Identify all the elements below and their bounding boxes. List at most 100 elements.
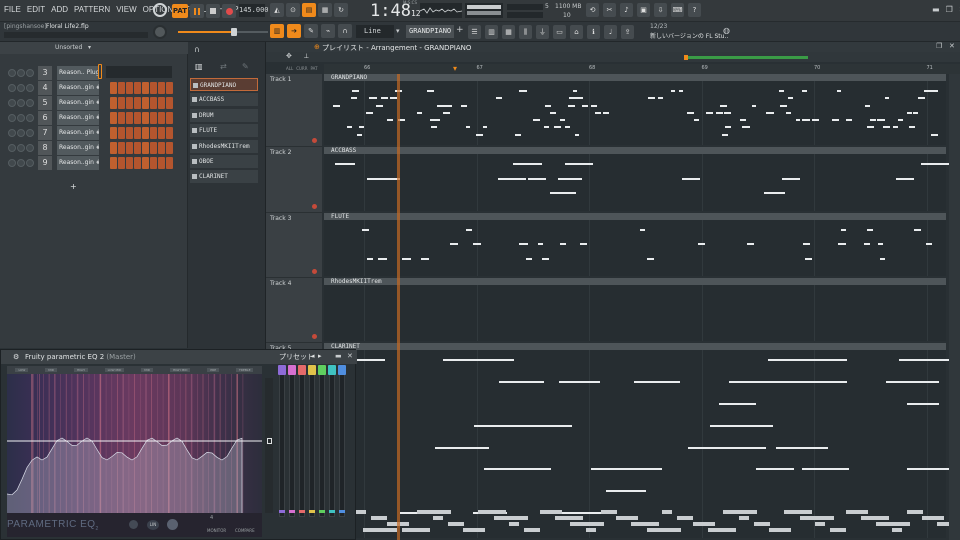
playlist-scroll-overview[interactable] <box>684 56 808 59</box>
mixer-view-button[interactable]: ⫼ <box>519 25 532 39</box>
pattern-clip-header[interactable]: GRANDPIANO <box>324 74 946 81</box>
step-button[interactable] <box>134 127 141 139</box>
eq-knob[interactable] <box>167 519 178 530</box>
add-channel-button[interactable]: + <box>70 182 77 191</box>
eq-band-label[interactable]: LOW MID <box>104 368 125 372</box>
pattern-item[interactable]: ACCBASS <box>190 93 258 107</box>
pattern-selector[interactable]: GRANDPIANO <box>406 25 454 38</box>
band-gain-fader[interactable] <box>289 369 295 517</box>
step-button[interactable] <box>158 97 165 109</box>
channel-mixer-track[interactable]: 3 <box>38 66 52 80</box>
tab-pattern[interactable]: PAT <box>310 66 317 71</box>
step-button[interactable] <box>126 97 133 109</box>
track-record-icon[interactable] <box>312 334 317 339</box>
eq-band-label[interactable]: HIGH MID <box>169 368 191 372</box>
track-label[interactable]: Track 1 <box>266 74 322 147</box>
magnet-button[interactable]: ∩ <box>338 24 352 38</box>
playlist-view-button[interactable]: ☰ <box>468 25 481 39</box>
step-button[interactable] <box>166 142 173 154</box>
browser-view-button[interactable]: ▭ <box>553 25 566 39</box>
band-gain-handle[interactable] <box>328 365 336 375</box>
snap-dropdown-arrow-icon[interactable]: ▾ <box>396 27 400 35</box>
playlist-vertical-scrollbar[interactable] <box>949 74 960 540</box>
step-button[interactable] <box>118 82 125 94</box>
master-volume-knob[interactable] <box>153 25 167 39</box>
pattern-clip-header[interactable]: CLARINET <box>324 343 946 350</box>
preset-prev-icon[interactable]: ◂ <box>311 352 315 360</box>
band-gain-fader[interactable] <box>299 369 305 517</box>
step-button[interactable] <box>110 82 117 94</box>
mute-led[interactable] <box>8 129 16 137</box>
select-led[interactable] <box>26 69 34 77</box>
countdown-button[interactable]: ▤ <box>302 3 316 17</box>
band-gain-fader[interactable] <box>319 369 325 517</box>
playlist-close-icon[interactable]: ✕ <box>949 42 955 50</box>
select-led[interactable] <box>26 114 34 122</box>
mic-button[interactable]: ♪ <box>620 3 633 17</box>
eq-close-icon[interactable]: ✕ <box>347 352 353 360</box>
solo-led[interactable] <box>17 129 25 137</box>
channel-name-button[interactable]: Reason..gin #5 <box>57 126 99 140</box>
select-led[interactable] <box>26 129 34 137</box>
render-button[interactable]: ⇩ <box>654 3 667 17</box>
solo-led[interactable] <box>17 114 25 122</box>
tab-all[interactable]: ALL <box>286 66 293 71</box>
step-button[interactable] <box>142 157 149 169</box>
channel-rack-view-button[interactable]: ▦ <box>502 25 515 39</box>
mute-led[interactable] <box>8 144 16 152</box>
channel-mixer-track[interactable]: 8 <box>38 141 52 155</box>
menu-file[interactable]: FILE <box>4 5 21 14</box>
brush-icon[interactable]: ✎ <box>242 62 249 71</box>
piano-roll-mode-button[interactable]: ▥ <box>270 24 284 38</box>
mute-led[interactable] <box>8 69 16 77</box>
channel-row[interactable]: 5 Reason..gin #3 <box>4 96 184 110</box>
loop-record-button[interactable]: ↻ <box>334 3 348 17</box>
mute-led[interactable] <box>8 84 16 92</box>
pattern-item[interactable]: RhodesMKIITrem <box>190 139 258 153</box>
pattern-song-toggle[interactable]: PAT <box>172 4 188 18</box>
channel-name-button[interactable]: Reason..gin #6 <box>57 141 99 155</box>
order-value[interactable]: 4 <box>210 515 213 521</box>
pattern-clip-body[interactable] <box>324 154 946 211</box>
channel-row[interactable]: 4 Reason..gin #2 <box>4 81 184 95</box>
band-gain-fader[interactable] <box>279 369 285 517</box>
eq-minimize-icon[interactable]: ▬ <box>335 352 342 360</box>
eq-spectrum-display[interactable] <box>6 374 262 515</box>
touch-keyboard-button[interactable]: ⌂ <box>570 25 583 39</box>
snap-arrow-button[interactable]: ➔ <box>287 24 301 38</box>
playlist-maximize-icon[interactable]: ❐ <box>936 42 942 50</box>
step-button[interactable] <box>150 142 157 154</box>
step-button[interactable] <box>126 142 133 154</box>
band-gain-handle[interactable] <box>278 365 286 375</box>
mute-led[interactable] <box>8 114 16 122</box>
project-info-button[interactable]: ℹ <box>587 25 600 39</box>
stop-button[interactable] <box>206 4 220 18</box>
step-button[interactable] <box>158 112 165 124</box>
eq-band-label[interactable]: MID <box>45 368 58 372</box>
step-button[interactable] <box>118 97 125 109</box>
step-button[interactable] <box>110 142 117 154</box>
pattern-clip-header[interactable]: RhodesMKIITrem <box>324 278 946 285</box>
pitch-slider-handle[interactable] <box>231 28 237 36</box>
pattern-clip-header[interactable]: ACCBASS <box>324 147 946 154</box>
gear-icon[interactable]: ⚙ <box>13 350 19 364</box>
solo-led[interactable] <box>17 159 25 167</box>
step-button[interactable] <box>166 112 173 124</box>
select-led[interactable] <box>26 99 34 107</box>
master-gain-scale[interactable] <box>265 378 273 513</box>
compare-button[interactable]: COMPARE <box>235 528 255 533</box>
export-button[interactable]: ⇪ <box>621 25 634 39</box>
piano-roll-view-button[interactable]: ▥ <box>485 25 498 39</box>
channel-name-button[interactable]: Reason..gin #4 <box>57 111 99 125</box>
track-record-icon[interactable] <box>312 204 317 209</box>
news-text[interactable]: 新しいバージョンの FL Stu.. <box>650 31 728 40</box>
select-led[interactable] <box>26 159 34 167</box>
plugin-picker-button[interactable]: ⏚ <box>536 25 549 39</box>
channel-row[interactable]: 7 Reason..gin #5 <box>4 126 184 140</box>
channel-name-button[interactable]: Reason..gin #2 <box>57 81 99 95</box>
eq-band-label[interactable]: LOW <box>15 368 29 372</box>
step-button[interactable] <box>118 157 125 169</box>
master-gain-handle[interactable] <box>267 438 272 444</box>
step-button[interactable] <box>110 157 117 169</box>
master-pitch-slider[interactable] <box>178 28 268 36</box>
